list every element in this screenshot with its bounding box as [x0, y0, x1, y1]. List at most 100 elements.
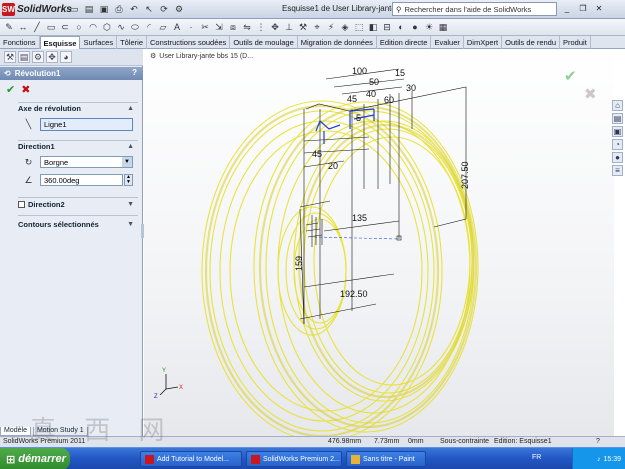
tab-migration-donnees[interactable]: Migration de données — [298, 36, 377, 49]
repair-sketch-icon[interactable]: ⚒ — [297, 21, 309, 33]
clock[interactable]: 15:39 — [603, 456, 621, 463]
volume-icon[interactable]: ♪ — [597, 456, 601, 463]
end-condition-select[interactable]: Borgne ▼ — [40, 156, 133, 168]
resources-home-icon[interactable]: ⌂ — [612, 100, 623, 111]
select-arrow-icon[interactable]: ↖ — [143, 3, 155, 15]
view-orientation-icon[interactable]: ⬚ — [353, 21, 365, 33]
dimxpert-icon[interactable]: ✥ — [46, 51, 58, 63]
print-icon[interactable]: ⎙ — [113, 3, 125, 15]
trim-icon[interactable]: ✂ — [199, 21, 211, 33]
undo-icon[interactable]: ↶ — [128, 3, 140, 15]
tab-edition-directe[interactable]: Edition directe — [377, 36, 432, 49]
linear-pattern-icon[interactable]: ⋮ — [255, 21, 267, 33]
tab-dimxpert[interactable]: DimXpert — [464, 36, 503, 49]
start-button[interactable]: ⊞ démarrer — [0, 448, 70, 469]
tab-esquisse[interactable]: Esquisse — [39, 36, 81, 49]
ellipse-icon[interactable]: ⬭ — [129, 21, 141, 33]
angle-spin-stepper[interactable]: ▲ ▼ — [124, 174, 133, 186]
rapid-sketch-icon[interactable]: ⚡ — [325, 21, 337, 33]
collapse-chevron-icon[interactable]: ▲ — [127, 143, 134, 150]
convert-entities-icon[interactable]: ⇲ — [213, 21, 225, 33]
spline-icon[interactable]: ∿ — [115, 21, 127, 33]
tab-outils-rendu[interactable]: Outils de rendu — [502, 36, 561, 49]
options-gear-icon[interactable]: ⚙ — [173, 3, 185, 15]
open-folder-icon[interactable]: ▤ — [83, 3, 95, 15]
configuration-icon[interactable]: ⚙ — [32, 51, 44, 63]
dimension-label: 5 — [356, 113, 361, 123]
circle-icon[interactable]: ○ — [73, 21, 85, 33]
rectangle-icon[interactable]: ▭ — [45, 21, 57, 33]
display-relations-icon[interactable]: ⊥ — [283, 21, 295, 33]
section-view-icon[interactable]: ⊟ — [381, 21, 393, 33]
feature-tree-icon[interactable]: ⚒ — [4, 51, 16, 63]
text-icon[interactable]: A — [171, 21, 183, 33]
dropdown-arrow-icon[interactable]: ▼ — [122, 157, 132, 167]
direction2-section-header[interactable]: Direction2 ▼ — [18, 199, 138, 210]
contours-divider — [18, 215, 138, 216]
display-style-icon[interactable]: ◧ — [367, 21, 379, 33]
graphics-area[interactable]: ⚙ User Library-jante bbs 15 (D... ✔ ✖ Y … — [144, 49, 614, 436]
solidworks-logo-icon: SW — [2, 3, 15, 16]
design-library-icon[interactable]: ▤ — [612, 113, 623, 124]
point-icon[interactable]: · — [185, 21, 197, 33]
mirror-icon[interactable]: ⇋ — [241, 21, 253, 33]
appearances-icon[interactable]: ● — [612, 152, 623, 163]
reverse-direction-icon[interactable]: ↻ — [22, 156, 35, 169]
tab-tolerie[interactable]: Tôlerie — [117, 36, 148, 49]
new-document-icon[interactable]: ▭ — [68, 3, 80, 15]
slot-icon[interactable]: ⊂ — [59, 21, 71, 33]
hide-show-icon[interactable]: ◐ — [395, 21, 407, 33]
tab-constructions-soudees[interactable]: Constructions soudées — [147, 36, 231, 49]
expand-chevron-icon[interactable]: ▼ — [127, 221, 134, 228]
help-icon[interactable]: ? — [132, 68, 137, 77]
arc-icon[interactable]: ◠ — [87, 21, 99, 33]
tab-produit[interactable]: Produit — [560, 36, 591, 49]
cancel-x-icon[interactable]: ✖ — [21, 83, 30, 96]
move-entities-icon[interactable]: ✥ — [269, 21, 281, 33]
axis-selection-field[interactable]: Ligne1 — [40, 118, 133, 131]
tab-evaluer[interactable]: Evaluer — [431, 36, 464, 49]
app-logo[interactable]: SW SolidWorks — [2, 2, 72, 17]
angle-input[interactable]: 360.00deg — [40, 174, 123, 186]
ok-check-icon[interactable]: ✔ — [6, 83, 15, 96]
collapse-chevron-icon[interactable]: ▲ — [127, 105, 134, 112]
smart-dimension-icon[interactable]: ↔ — [17, 21, 29, 33]
tab-fonctions[interactable]: Fonctions — [0, 36, 40, 49]
direction1-section-header[interactable]: Direction1 ▲ — [18, 141, 138, 152]
view-palette-icon[interactable]: ◔ — [612, 139, 623, 150]
offset-icon[interactable]: ⧈ — [227, 21, 239, 33]
close-icon[interactable]: ✕ — [592, 2, 606, 15]
tab-model[interactable]: Modèle — [0, 427, 31, 436]
help-search-box[interactable]: ⚲ Rechercher dans l'aide de SolidWorks — [392, 2, 557, 16]
status-help-icon[interactable]: ? — [596, 438, 600, 445]
appearance-icon[interactable]: ● — [409, 21, 421, 33]
direction2-checkbox[interactable] — [18, 201, 25, 208]
taskbar-item[interactable]: Add Tutorial to Model... — [140, 451, 242, 467]
expand-chevron-icon[interactable]: ▼ — [127, 201, 134, 208]
plane-icon[interactable]: ▱ — [157, 21, 169, 33]
sketch-icon[interactable]: ✎ — [3, 21, 15, 33]
selected-contours-section-header[interactable]: Contours sélectionnés ▼ — [18, 219, 138, 230]
quick-snaps-icon[interactable]: ⌖ — [311, 21, 323, 33]
instant-3d-icon[interactable]: ◈ — [339, 21, 351, 33]
taskbar-item[interactable]: SolidWorks Premium 2... — [246, 451, 342, 467]
polygon-icon[interactable]: ⬡ — [101, 21, 113, 33]
custom-properties-icon[interactable]: ≡ — [612, 165, 623, 176]
scene-icon[interactable]: ☀ — [423, 21, 435, 33]
tab-surfaces[interactable]: Surfaces — [80, 36, 118, 49]
language-indicator[interactable]: FR — [532, 454, 541, 461]
line-icon[interactable]: ╱ — [31, 21, 43, 33]
taskbar-item[interactable]: Sans titre - Paint — [346, 451, 426, 467]
save-icon[interactable]: ▣ — [98, 3, 110, 15]
axis-section-header[interactable]: Axe de révolution ▲ — [18, 103, 138, 114]
view-settings-icon[interactable]: ▦ — [437, 21, 449, 33]
rebuild-icon[interactable]: ⟳ — [158, 3, 170, 15]
restore-icon[interactable]: ❐ — [576, 2, 590, 15]
display-manager-icon[interactable]: ◕ — [60, 51, 72, 63]
direction2-divider — [18, 197, 138, 198]
fillet-icon[interactable]: ◜ — [143, 21, 155, 33]
file-explorer-icon[interactable]: ▣ — [612, 126, 623, 137]
minimize-icon[interactable]: _ — [560, 2, 574, 15]
property-manager-icon[interactable]: ▤ — [18, 51, 30, 63]
tab-outils-moulage[interactable]: Outils de moulage — [230, 36, 298, 49]
